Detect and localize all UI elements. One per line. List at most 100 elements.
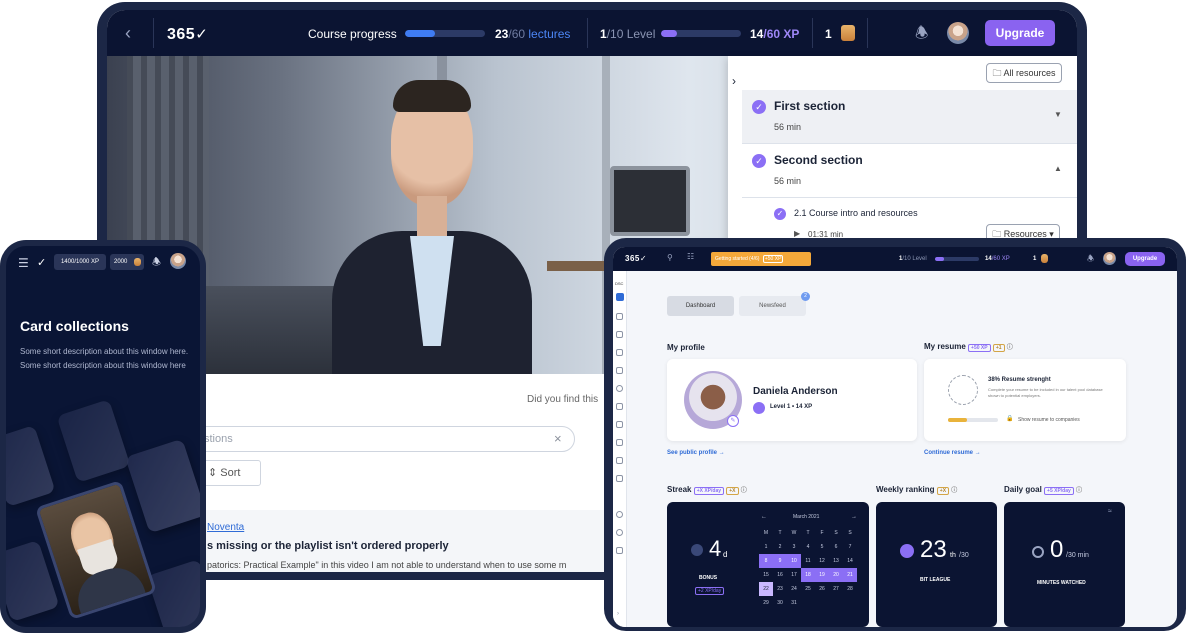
calendar-day[interactable]: 30 bbox=[773, 596, 787, 610]
getting-started-button[interactable]: Getting started (4/6) +50 XP bbox=[711, 252, 811, 266]
calendar-day[interactable]: 17 bbox=[787, 568, 801, 582]
divider bbox=[867, 18, 868, 48]
info-icon[interactable]: ⓘ bbox=[1076, 488, 1082, 494]
calendar-day[interactable]: 8 bbox=[759, 554, 773, 568]
bell-icon[interactable]: 🕭 bbox=[915, 23, 928, 48]
calendar-day[interactable]: 14 bbox=[843, 554, 857, 568]
calendar-day[interactable]: 12 bbox=[815, 554, 829, 568]
folder-icon: 🗀 bbox=[992, 68, 1002, 78]
logo[interactable]: 365✓ bbox=[625, 254, 647, 263]
calendar-day[interactable]: 25 bbox=[801, 582, 815, 596]
info-icon[interactable]: ⓘ bbox=[741, 488, 747, 494]
logo-check-icon[interactable]: ✓ bbox=[37, 256, 46, 269]
bell-icon[interactable]: 🕭 bbox=[1087, 253, 1094, 267]
resume-card[interactable]: 38% Resume strenght Complete your resume… bbox=[924, 359, 1126, 441]
globe-icon[interactable]: ☷ bbox=[687, 252, 694, 261]
calendar-day[interactable]: 7 bbox=[843, 540, 857, 554]
collection-card[interactable] bbox=[6, 424, 56, 508]
daily-goal-card: ≈ 0 /30 min MINUTES WATCHED bbox=[1004, 502, 1125, 627]
coins-count: 1 bbox=[825, 27, 832, 41]
calendar-day[interactable]: 22 bbox=[759, 582, 773, 596]
collection-card[interactable] bbox=[125, 438, 200, 534]
path-icon[interactable] bbox=[616, 349, 623, 356]
calendar-day[interactable]: 9 bbox=[773, 554, 787, 568]
calendar-day[interactable]: 29 bbox=[759, 596, 773, 610]
calendar-day[interactable]: 4 bbox=[801, 540, 815, 554]
xp-badge: 1400/1000 XP bbox=[54, 254, 106, 270]
upgrade-button[interactable]: Upgrade bbox=[1125, 252, 1165, 266]
info-icon[interactable]: ⓘ bbox=[1007, 345, 1013, 351]
all-resources-button[interactable]: 🗀 All resources bbox=[986, 63, 1062, 83]
streak-heading: Streak bbox=[667, 485, 692, 494]
calendar-day[interactable]: 23 bbox=[773, 582, 787, 596]
section-first[interactable]: ✓ First section 56 min ▼ bbox=[742, 90, 1077, 144]
search-icon[interactable]: ⚲ bbox=[667, 253, 673, 262]
calendar-day[interactable]: 19 bbox=[815, 568, 829, 582]
menu-icon[interactable]: ☰ bbox=[18, 256, 29, 270]
calendar-day[interactable]: 6 bbox=[829, 540, 843, 554]
user-avatar[interactable] bbox=[1103, 252, 1116, 265]
info-icon[interactable]: ⓘ bbox=[951, 488, 957, 494]
trophy-icon[interactable] bbox=[616, 457, 623, 464]
calendar-day[interactable]: 18 bbox=[801, 568, 815, 582]
questions-search-input[interactable]: stions × bbox=[167, 426, 575, 452]
bell-icon[interactable]: 🕭 bbox=[152, 255, 161, 272]
show-resume-label[interactable]: Show resume to companies bbox=[1018, 417, 1080, 423]
help-icon[interactable] bbox=[616, 529, 623, 536]
weekly-ranking-card: 23 th /30 BIT LEAGUE bbox=[876, 502, 997, 627]
see-public-profile-link[interactable]: See public profile → bbox=[667, 450, 725, 456]
tag-icon[interactable] bbox=[616, 511, 623, 518]
tab-dashboard[interactable]: Dashboard bbox=[667, 296, 734, 316]
level-progress-fill bbox=[935, 257, 944, 261]
calendar-day[interactable]: 11 bbox=[801, 554, 815, 568]
calendar-day[interactable]: 24 bbox=[787, 582, 801, 596]
chart-icon[interactable] bbox=[616, 367, 623, 374]
sidebar-item-active[interactable] bbox=[616, 293, 624, 301]
calendar-day[interactable]: 3 bbox=[787, 540, 801, 554]
calendar-day[interactable]: 16 bbox=[773, 568, 787, 582]
user-avatar[interactable] bbox=[170, 253, 186, 269]
logo-check-icon: ✓ bbox=[195, 26, 209, 43]
grid-icon[interactable] bbox=[616, 331, 623, 338]
collection-card[interactable] bbox=[56, 399, 131, 483]
section-second[interactable]: ✓ Second section 56 min ▲ bbox=[742, 144, 1077, 198]
author-link[interactable]: Noventa bbox=[207, 522, 244, 533]
trash-icon[interactable] bbox=[616, 547, 623, 554]
calendar-day[interactable]: 28 bbox=[843, 582, 857, 596]
back-chevron-icon[interactable]: ‹ bbox=[125, 23, 131, 44]
collapse-panel-chevron-icon[interactable]: › bbox=[732, 74, 736, 88]
layers-icon[interactable] bbox=[616, 475, 623, 482]
profile-card[interactable]: ✎ Daniela Anderson Level 1 • 14 XP bbox=[667, 359, 917, 441]
upgrade-button[interactable]: Upgrade bbox=[985, 20, 1055, 46]
calendar-day[interactable]: 26 bbox=[815, 582, 829, 596]
resume-description: Complete your resume to be included in o… bbox=[988, 387, 1103, 398]
tab-newsfeed[interactable]: Newsfeed bbox=[739, 296, 806, 316]
calendar-day[interactable]: 5 bbox=[815, 540, 829, 554]
next-month-arrow-icon[interactable]: → bbox=[851, 514, 857, 520]
course-topbar: ‹ 365✓ Course progress 23/60 lectures 1/… bbox=[107, 10, 1077, 56]
expand-sidebar-chevron-icon[interactable]: › bbox=[617, 611, 619, 617]
chat-icon[interactable] bbox=[616, 421, 623, 428]
certificate-icon[interactable] bbox=[616, 403, 623, 410]
calendar-day[interactable]: 21 bbox=[843, 568, 857, 582]
calendar-day[interactable]: 1 bbox=[759, 540, 773, 554]
calendar-day[interactable]: 10 bbox=[787, 554, 801, 568]
calendar-day[interactable]: 31 bbox=[787, 596, 801, 610]
calendar-day[interactable]: 13 bbox=[829, 554, 843, 568]
collection-card[interactable] bbox=[146, 559, 200, 627]
prev-month-arrow-icon[interactable]: ← bbox=[761, 514, 767, 520]
calendar-day[interactable]: 15 bbox=[759, 568, 773, 582]
continue-resume-link[interactable]: Continue resume → bbox=[924, 450, 981, 456]
tablet-frame: 365✓ ⚲ ☷ Getting started (4/6) +50 XP 1/… bbox=[604, 238, 1186, 631]
settings-icon[interactable]: ≈ bbox=[1108, 508, 1112, 515]
home-icon[interactable] bbox=[616, 313, 623, 320]
shield-icon[interactable] bbox=[616, 385, 623, 392]
calendar-day[interactable]: 2 bbox=[773, 540, 787, 554]
calendar-day[interactable]: 20 bbox=[829, 568, 843, 582]
calendar-day[interactable]: 27 bbox=[829, 582, 843, 596]
gallery-icon[interactable] bbox=[616, 439, 623, 446]
edit-pencil-icon[interactable]: ✎ bbox=[727, 415, 739, 427]
user-avatar[interactable] bbox=[947, 22, 969, 44]
logo[interactable]: 365✓ bbox=[167, 25, 208, 44]
clear-icon[interactable]: × bbox=[554, 431, 562, 446]
